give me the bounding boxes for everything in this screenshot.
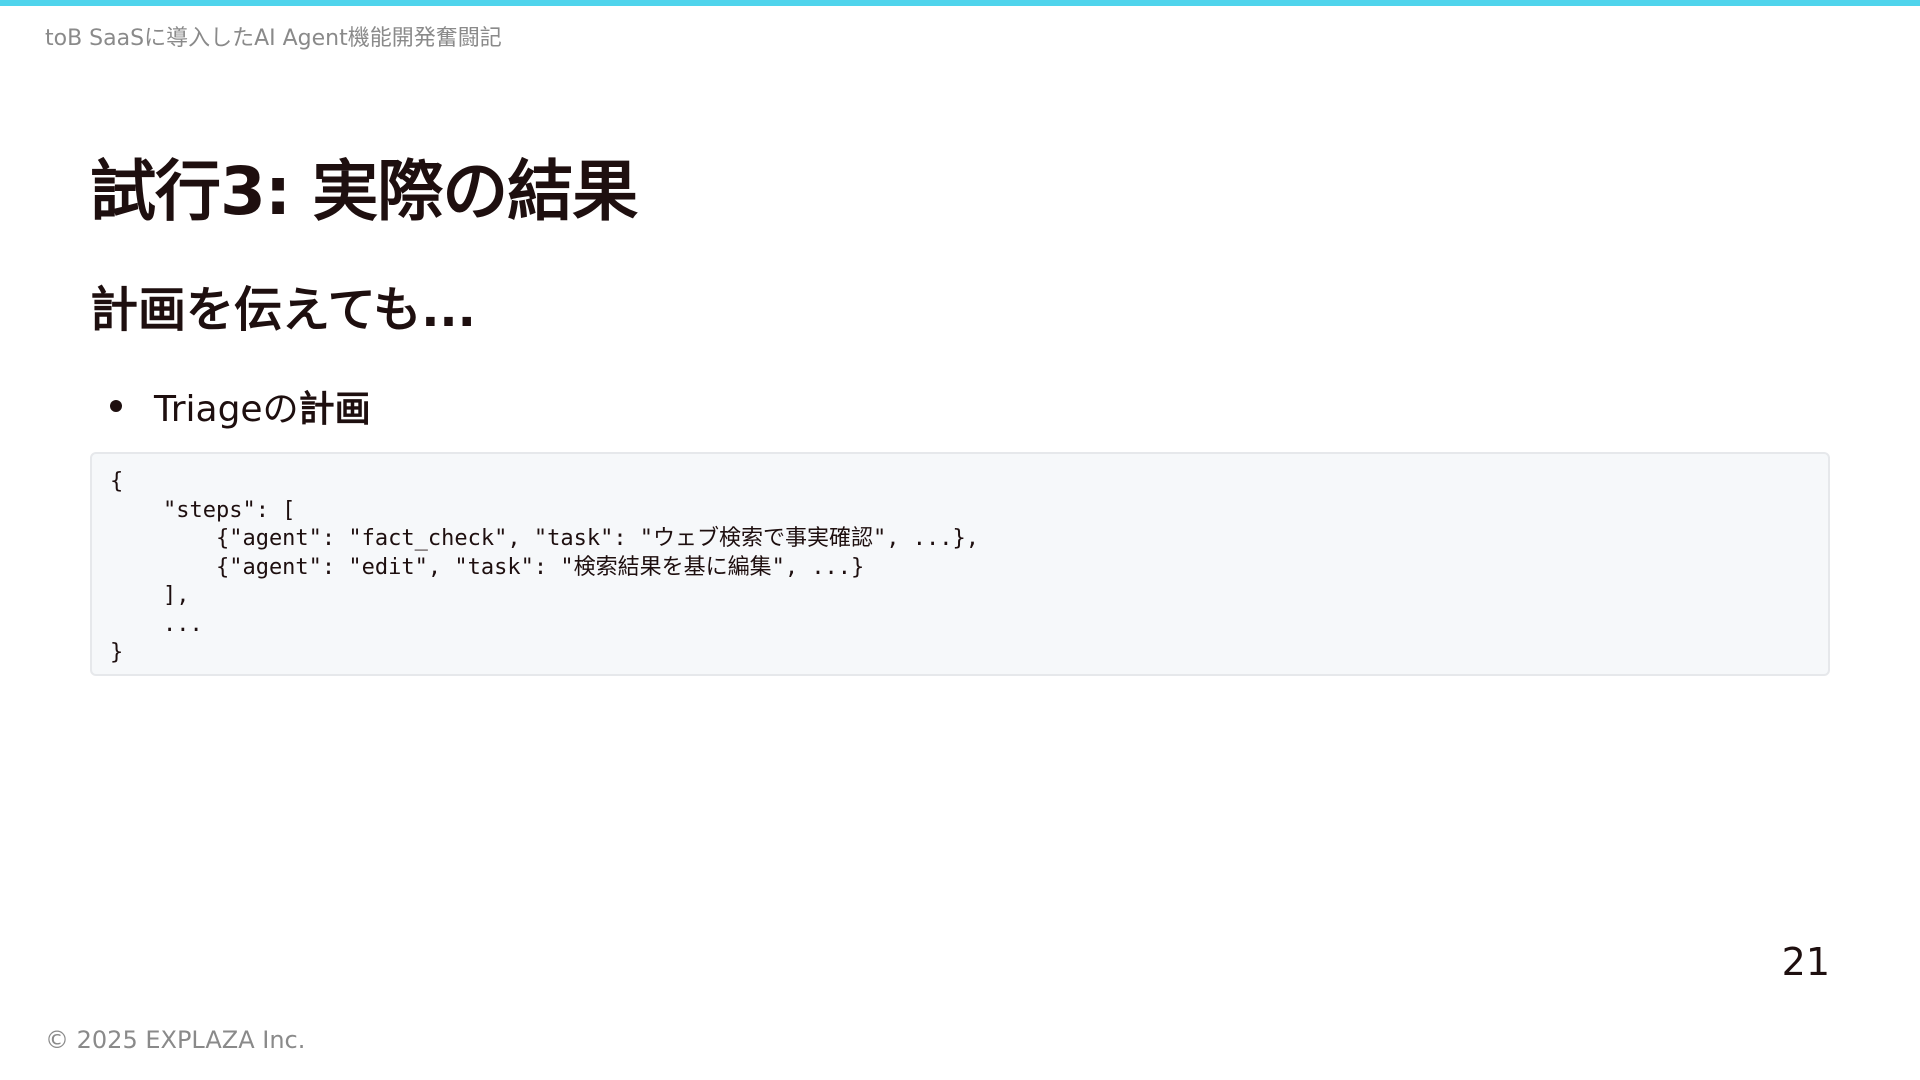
bullet-item: Triageの 計画 bbox=[90, 380, 371, 432]
slide-subtitle: 計画を伝えても... bbox=[90, 282, 476, 338]
bullet-text: Triageの bbox=[154, 389, 299, 430]
deck-title: toB SaaSに導入したAI Agent機能開発奮闘記 bbox=[45, 26, 502, 51]
page-number: 21 bbox=[1781, 940, 1830, 984]
bullet-text-strong: 計画 bbox=[298, 389, 371, 430]
slide-title: 試行3: 実際の結果 bbox=[90, 153, 638, 230]
bullet-list: Triageの 計画 bbox=[90, 380, 371, 432]
accent-bar bbox=[0, 0, 1920, 6]
copyright-footer: © 2025 EXPLAZA Inc. bbox=[45, 1026, 306, 1054]
bullet-dot-icon bbox=[110, 400, 122, 412]
slide: toB SaaSに導入したAI Agent機能開発奮闘記 試行3: 実際の結果 … bbox=[0, 0, 1920, 1080]
code-block: { "steps": [ {"agent": "fact_check", "ta… bbox=[90, 452, 1830, 676]
